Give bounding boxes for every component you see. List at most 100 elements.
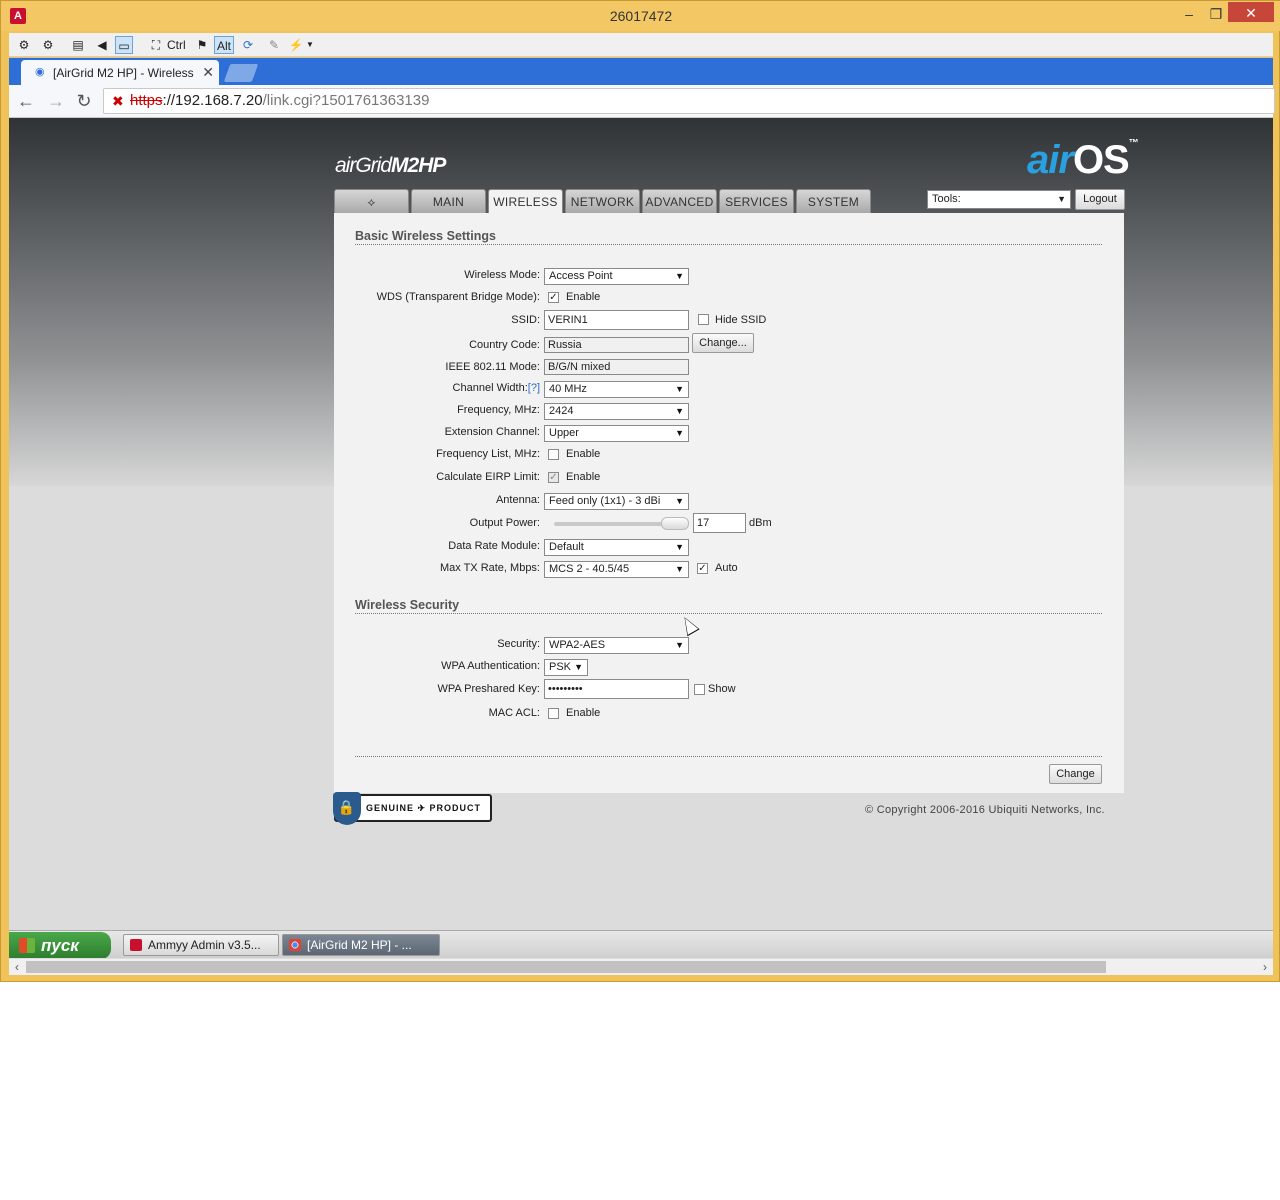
channel-width-select[interactable]: 40 MHz ▼	[544, 381, 689, 398]
chrome-icon	[289, 939, 301, 951]
chevron-down-icon: ▼	[675, 271, 684, 281]
refresh-icon[interactable]: ⟳	[239, 36, 257, 54]
chevron-down-icon[interactable]: ▼	[301, 36, 319, 54]
extension-channel-label: Extension Channel:	[444, 426, 540, 438]
frequency-list-checkbox[interactable]	[548, 449, 559, 460]
tab-main[interactable]: MAIN	[411, 189, 486, 213]
tool-icon[interactable]: ✎	[265, 36, 283, 54]
insecure-lock-icon: ✖	[112, 93, 124, 109]
data-rate-module-label: Data Rate Module:	[448, 540, 540, 552]
wpa-preshared-key-input[interactable]: •••••••••	[544, 679, 689, 699]
max-tx-rate-select[interactable]: MCS 2 - 40.5/45 ▼	[544, 561, 689, 578]
country-code-label: Country Code:	[469, 339, 540, 351]
extension-channel-select[interactable]: Upper ▼	[544, 425, 689, 442]
start-button[interactable]: пуск	[9, 932, 111, 959]
scrollbar-thumb[interactable]	[26, 961, 1106, 973]
fullscreen-icon[interactable]: ⛶	[147, 36, 165, 54]
mac-acl-checkbox[interactable]	[548, 708, 559, 719]
ieee-mode-label: IEEE 802.11 Mode:	[445, 361, 540, 373]
back-icon[interactable]: ←	[15, 91, 37, 111]
chevron-down-icon: ▼	[675, 496, 684, 506]
chevron-down-icon: ▼	[1057, 194, 1066, 204]
tools-select[interactable]: Tools: ▼	[927, 190, 1071, 209]
tab-close-icon[interactable]: ✕	[202, 64, 214, 81]
security-label: Security:	[497, 638, 540, 650]
scroll-right-icon[interactable]: ›	[1257, 959, 1273, 975]
output-power-input[interactable]: 17	[693, 513, 746, 533]
frequency-label: Frequency, MHz:	[457, 404, 540, 416]
tab-wireless[interactable]: WIRELESS	[488, 189, 563, 214]
close-button[interactable]: ✕	[1228, 2, 1274, 22]
output-power-label: Output Power:	[469, 517, 540, 529]
max-tx-auto-checkbox[interactable]: ✓	[697, 563, 708, 574]
antenna-label: Antenna:	[495, 494, 540, 506]
basic-wireless-title: Basic Wireless Settings	[355, 229, 496, 243]
country-code-field: Russia	[544, 337, 689, 353]
wpa-authentication-select[interactable]: PSK ▼	[544, 659, 588, 676]
section-divider	[355, 756, 1102, 757]
alt-key-button[interactable]: Alt	[214, 36, 235, 54]
tab-network[interactable]: NETWORK	[565, 189, 640, 213]
channel-width-label: Channel Width:[?]	[452, 382, 540, 394]
taskbar-item-ammyy[interactable]: Ammyy Admin v3.5...	[123, 934, 279, 956]
address-bar[interactable]: ✖ https://192.168.7.20/link.cgi?15017613…	[103, 88, 1275, 114]
max-tx-auto-label: Auto	[715, 562, 738, 574]
file-manager-icon[interactable]: ▤	[69, 36, 87, 54]
audio-icon[interactable]: ◀	[93, 36, 111, 54]
ssid-label: SSID:	[511, 314, 540, 326]
section-divider	[355, 244, 1102, 245]
network-settings-icon[interactable]: ⚙	[39, 36, 57, 54]
ieee-mode-field: B/G/N mixed	[544, 359, 689, 375]
window-title: 26017472	[609, 8, 673, 24]
antenna-select[interactable]: Feed only (1x1) - 3 dBi ▼	[544, 493, 689, 510]
show-key-checkbox[interactable]	[694, 684, 705, 695]
show-key-label: Show	[708, 683, 736, 695]
remote-settings-icon[interactable]: ⚙	[15, 36, 33, 54]
tab-ubiquiti-logo[interactable]: ⟡	[334, 189, 409, 213]
tab-system[interactable]: SYSTEM	[796, 189, 871, 213]
chevron-down-icon: ▼	[574, 662, 583, 672]
url-text: https://192.168.7.20/link.cgi?1501761363…	[130, 92, 430, 109]
max-tx-rate-label: Max TX Rate, Mbps:	[439, 562, 540, 574]
frequency-select[interactable]: 2424 ▼	[544, 403, 689, 420]
reload-icon[interactable]: ↻	[73, 91, 95, 111]
scroll-left-icon[interactable]: ‹	[9, 959, 25, 975]
chevron-down-icon: ▼	[675, 640, 684, 650]
output-power-slider-handle[interactable]	[661, 517, 689, 530]
chevron-down-icon: ▼	[675, 384, 684, 394]
forward-icon[interactable]: →	[45, 91, 67, 111]
eirp-limit-enable-label: Enable	[566, 471, 601, 483]
channel-width-help-link[interactable]: [?]	[528, 382, 540, 394]
minimize-button[interactable]: ‒	[1175, 3, 1203, 25]
ssid-input[interactable]: VERIN1	[544, 310, 689, 330]
wds-enable-checkbox[interactable]: ✓	[548, 292, 559, 303]
ctrl-alt-del-icon[interactable]: ⚑	[193, 36, 211, 54]
security-select[interactable]: WPA2-AES ▼	[544, 637, 689, 654]
logout-button[interactable]: Logout	[1075, 189, 1125, 210]
horizontal-scrollbar[interactable]: ‹ ›	[9, 958, 1273, 975]
ctrl-key-button[interactable]: Ctrl	[167, 36, 186, 54]
change-button[interactable]: Change	[1049, 764, 1102, 784]
section-divider	[355, 613, 1102, 614]
ammyy-icon	[130, 939, 142, 951]
wireless-security-title: Wireless Security	[355, 598, 460, 612]
ammyy-toolbar: ⚙ ⚙ ▤ ◀ ▭ ⛶ Ctrl ⚑ Alt ⟳ ✎ ⚡ ▼	[9, 33, 1273, 57]
browser-tabbar: ◉ [AirGrid M2 HP] - Wireless ✕	[9, 58, 1273, 85]
frequency-list-label: Frequency List, MHz:	[436, 448, 540, 460]
browser-tab[interactable]: ◉ [AirGrid M2 HP] - Wireless ✕	[21, 60, 219, 85]
new-tab-button[interactable]	[223, 64, 259, 82]
data-rate-module-select[interactable]: Default ▼	[544, 539, 689, 556]
eirp-limit-checkbox[interactable]: ✓	[548, 472, 559, 483]
tab-services[interactable]: SERVICES	[719, 189, 794, 213]
browser-navbar: ← → ↻ ✖ https://192.168.7.20/link.cgi?15…	[9, 85, 1275, 118]
hide-ssid-checkbox[interactable]	[698, 314, 709, 325]
wireless-mode-select[interactable]: Access Point ▼	[544, 268, 689, 285]
tab-advanced[interactable]: ADVANCED	[642, 189, 717, 213]
window-titlebar: A 26017472 ‒ ❐ ✕	[1, 1, 1280, 31]
taskbar-item-chrome[interactable]: [AirGrid M2 HP] - ...	[282, 934, 440, 956]
maximize-button[interactable]: ❐	[1202, 3, 1230, 25]
display-icon[interactable]: ▭	[115, 36, 133, 54]
change-country-button[interactable]: Change...	[692, 333, 754, 353]
airos-logo: airOS™	[1027, 138, 1139, 182]
mac-acl-label: MAC ACL:	[488, 707, 540, 719]
